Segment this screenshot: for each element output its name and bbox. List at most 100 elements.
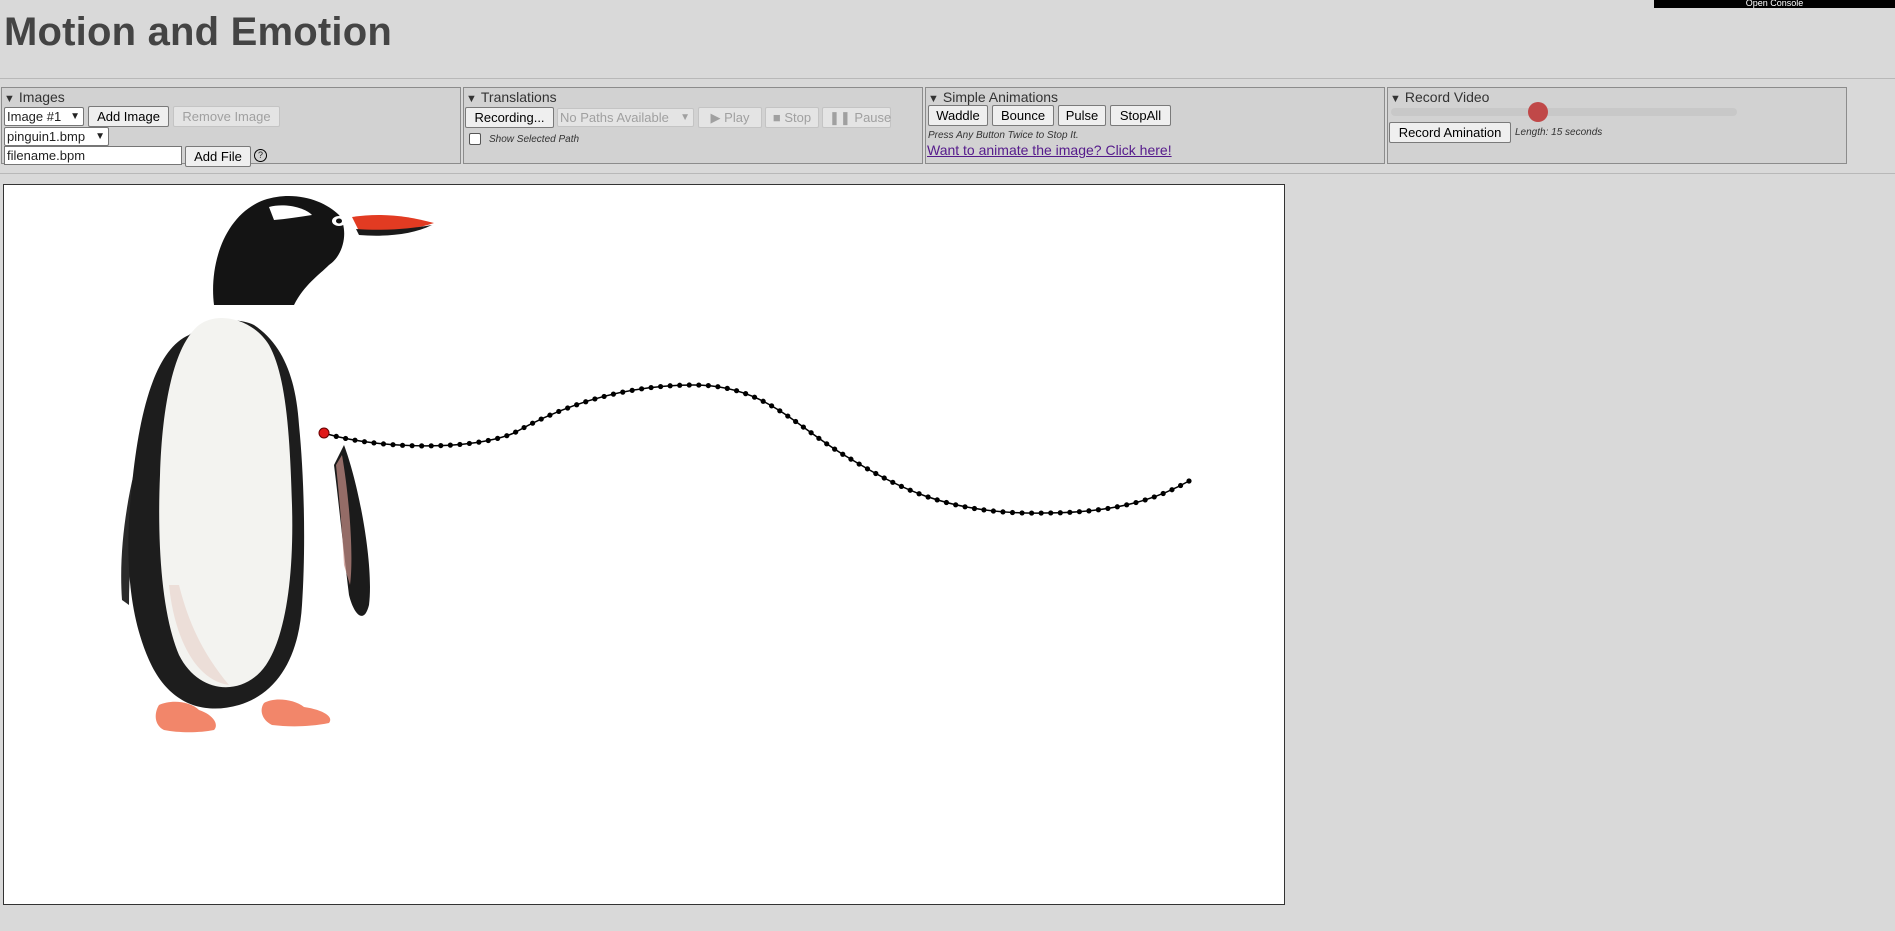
path-point[interactable] [751,394,758,400]
path-point[interactable] [438,442,444,449]
path-point[interactable] [495,435,501,441]
path-point[interactable] [925,494,931,500]
path-point[interactable] [686,382,692,388]
path-point[interactable] [1076,509,1083,515]
path-point[interactable] [793,418,799,425]
path-point[interactable] [981,507,987,513]
path-point[interactable] [1019,510,1025,516]
path-point[interactable] [743,391,749,397]
file-select[interactable]: pinguin1.bmp ▼ [4,127,109,146]
path-point[interactable] [521,424,527,431]
path-point[interactable] [361,439,368,445]
path-point[interactable] [971,505,978,512]
path-point[interactable] [768,403,775,409]
path-point[interactable] [380,441,387,447]
path-point[interactable] [504,433,510,439]
path-point[interactable] [547,412,553,418]
translations-panel-header[interactable]: ▼ Translations [466,89,557,105]
path-point[interactable] [840,451,846,457]
simple-animations-panel-header[interactable]: ▼ Simple Animations [928,89,1058,105]
path-point[interactable] [476,439,482,445]
path-point[interactable] [1124,502,1130,508]
path-point[interactable] [808,430,814,436]
path-point[interactable] [953,502,959,508]
path-point[interactable] [785,413,791,419]
path-point[interactable] [724,385,730,391]
animate-image-link[interactable]: Want to animate the image? Click here! [927,142,1172,158]
record-animation-button[interactable]: Record Amination [1389,122,1511,143]
path-point[interactable] [648,384,654,391]
path-point[interactable] [907,487,913,493]
show-path-checkbox[interactable] [469,133,481,145]
path-point[interactable] [733,388,740,394]
images-panel-header[interactable]: ▼ Images [4,89,65,105]
path-point[interactable] [1000,509,1006,515]
path-point[interactable] [873,470,879,477]
path-point[interactable] [816,435,822,441]
path-point[interactable] [1029,510,1035,516]
path-point[interactable] [760,398,766,404]
path-point[interactable] [419,443,425,449]
path-point[interactable] [1038,510,1044,516]
path-point[interactable] [657,383,664,390]
image-select[interactable]: Image #1 ▼ [4,107,84,126]
path-point[interactable] [333,433,339,439]
path-point[interactable] [824,441,830,447]
path-point[interactable] [1169,487,1175,493]
path-point[interactable] [1114,504,1120,510]
remove-image-button[interactable]: Remove Image [173,106,280,127]
path-point[interactable] [343,435,349,442]
path-point[interactable] [696,382,702,388]
path-point[interactable] [1009,509,1016,516]
path-point[interactable] [1086,508,1092,514]
path-point[interactable] [409,443,415,449]
length-slider-thumb[interactable] [1527,102,1548,122]
path-point[interactable] [1057,510,1063,516]
stop-button[interactable]: ■ Stop [765,107,819,128]
path-start-point[interactable] [318,427,330,439]
waddle-button[interactable]: Waddle [928,105,988,126]
help-icon[interactable]: ? [254,149,267,162]
path-point[interactable] [1186,478,1192,484]
path-point[interactable] [529,420,536,426]
path-point[interactable] [934,497,940,503]
penguin-image[interactable] [121,195,434,733]
path-point[interactable] [898,483,905,490]
path-point[interactable] [1142,497,1148,503]
path-point[interactable] [856,461,862,467]
path-point[interactable] [457,441,463,448]
path-point[interactable] [1048,510,1054,516]
path-point[interactable] [538,416,544,422]
path-point[interactable] [371,440,377,446]
path-point[interactable] [943,499,950,506]
pulse-button[interactable]: Pulse [1058,105,1106,126]
path-point[interactable] [881,475,887,481]
path-point[interactable] [601,393,607,400]
add-file-button[interactable]: Add File [185,146,251,167]
path-point[interactable] [916,491,922,497]
play-button[interactable]: ▶ Play [698,107,762,128]
path-point[interactable] [629,387,635,393]
path-point[interactable] [1067,509,1073,515]
bounce-button[interactable]: Bounce [992,105,1054,126]
path-point[interactable] [667,383,673,389]
path-point[interactable] [677,382,683,388]
path-point[interactable] [466,440,472,447]
path-point[interactable] [574,402,580,408]
path-point[interactable] [777,408,783,414]
path-point[interactable] [890,479,896,485]
path-point[interactable] [1095,507,1102,513]
path-point[interactable] [990,508,997,514]
filename-input[interactable]: filename.bpm [4,146,182,165]
animation-canvas[interactable] [3,184,1285,905]
path-point[interactable] [352,437,358,443]
path-point[interactable] [447,442,453,448]
path-point[interactable] [864,466,871,472]
add-image-button[interactable]: Add Image [88,106,169,127]
path-point[interactable] [705,382,711,389]
path-point[interactable] [639,386,645,392]
path-point[interactable] [399,442,406,448]
path-point[interactable] [800,424,806,430]
record-video-panel-header[interactable]: ▼ Record Video [1390,89,1489,105]
path-point[interactable] [962,504,968,510]
